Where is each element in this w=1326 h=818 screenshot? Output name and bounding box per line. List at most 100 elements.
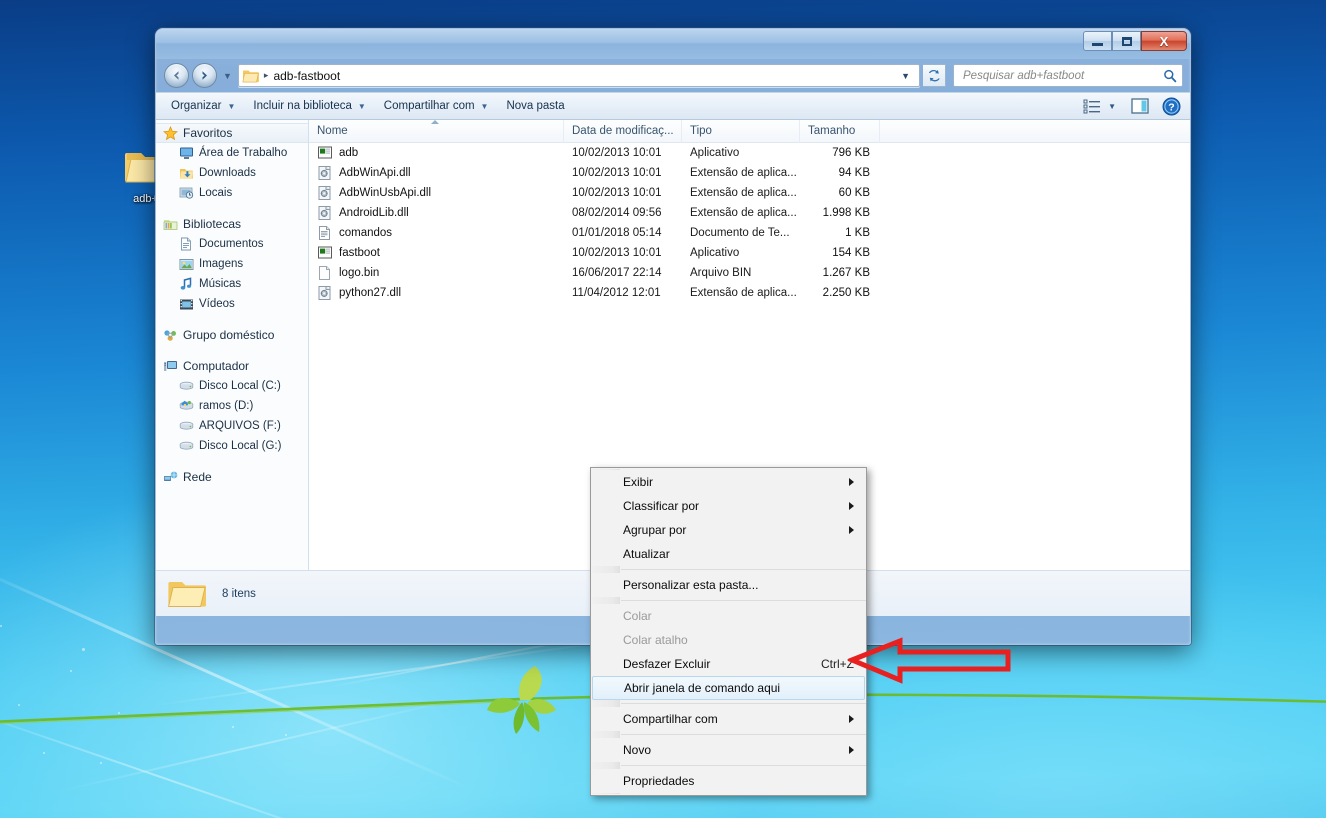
dll-icon [317, 165, 333, 181]
table-row[interactable]: comandos 01/01/2018 05:14 Documento de Te.… [309, 223, 1190, 243]
sidebar-item-downloads[interactable]: Downloads [156, 163, 308, 183]
context-menu-item[interactable]: Atualizar [591, 542, 866, 566]
context-menu-item[interactable]: Desfazer Excluir Ctrl+Z [591, 652, 866, 676]
back-button[interactable] [164, 63, 189, 88]
sidebar-item-disco-local-c[interactable]: Disco Local (C:) [156, 376, 308, 396]
sidebar-item-locais[interactable]: Locais [156, 183, 308, 203]
column-header-data[interactable]: Data de modificaç... [564, 119, 682, 143]
context-menu-item[interactable]: Compartilhar com [591, 707, 866, 731]
file-name-cell: fastboot [309, 245, 564, 261]
file-type-cell: Arquivo BIN [690, 267, 752, 279]
sidebar-item-imagens[interactable]: Imagens [156, 254, 308, 274]
file-name-label: AdbWinUsbApi.dll [339, 187, 432, 199]
list-view-icon[interactable] [1083, 98, 1101, 114]
file-name-label: fastboot [339, 247, 380, 259]
context-menu-item[interactable]: Abrir janela de comando aqui [592, 676, 865, 700]
drive-icon [178, 378, 194, 394]
address-bar[interactable]: ▸ adb-fastboot ▼ [237, 64, 920, 87]
file-size-cell: 60 KB [838, 187, 870, 199]
search-box[interactable]: Pesquisar adb+fastboot [953, 64, 1183, 87]
forward-button[interactable] [192, 63, 217, 88]
sidebar-label: Vídeos [199, 298, 235, 310]
file-date-cell: 10/02/2013 10:01 [572, 167, 662, 179]
downloads-icon [178, 165, 194, 181]
sidebar-item-disco-local-g[interactable]: Disco Local (G:) [156, 436, 308, 456]
table-row[interactable]: AdbWinApi.dll 10/02/2013 10:01 Extensão de… [309, 163, 1190, 183]
toolbar-organizar[interactable]: Organizar ▼ [162, 95, 244, 117]
minimize-button[interactable] [1083, 31, 1112, 51]
preview-pane-icon[interactable] [1130, 97, 1150, 115]
file-type-cell: Documento de Te... [690, 227, 790, 239]
sidebar-item-videos[interactable]: Vídeos [156, 294, 308, 314]
refresh-button[interactable] [923, 64, 946, 87]
file-date-cell: 11/04/2012 12:01 [572, 287, 661, 299]
table-row[interactable]: AndroidLib.dll 08/02/2014 09:56 Extensão d… [309, 203, 1190, 223]
sidebar-item-rede[interactable]: Rede [156, 467, 308, 487]
chevron-down-icon: ▼ [357, 101, 366, 111]
application-icon [318, 246, 332, 259]
folder-icon [168, 581, 206, 607]
sidebar-item-computador[interactable]: Computador [156, 356, 308, 376]
sidebar-label: Disco Local (G:) [199, 440, 282, 452]
table-row[interactable]: AdbWinUsbApi.dll 10/02/2013 10:01 Extensão… [309, 183, 1190, 203]
library-icon [162, 216, 178, 232]
column-header-tipo[interactable]: Tipo [682, 119, 800, 143]
view-chevron-down-icon[interactable]: ▼ [1104, 102, 1120, 111]
context-menu-item-label: Exibir [623, 475, 654, 489]
close-button[interactable]: X [1141, 31, 1187, 51]
sidebar-item-grupo-domestico[interactable]: Grupo doméstico [156, 325, 308, 345]
search-input[interactable]: Pesquisar adb+fastboot [963, 70, 1163, 82]
context-menu-item[interactable]: Classificar por [591, 494, 866, 518]
file-name-label: comandos [339, 227, 393, 239]
history-dropdown-button[interactable]: ▼ [220, 71, 235, 81]
address-folder-icon [242, 68, 259, 83]
help-icon[interactable]: ? [1162, 97, 1181, 116]
sidebar-item-documentos[interactable]: Documentos [156, 234, 308, 254]
context-menu-item[interactable]: Novo [591, 738, 866, 762]
context-menu-separator [621, 703, 866, 704]
table-row[interactable]: fastboot 10/02/2013 10:01 Aplicativo 154 KB [309, 243, 1190, 263]
context-menu-item[interactable]: Agrupar por [591, 518, 866, 542]
file-date-cell: 16/06/2017 22:14 [572, 267, 662, 279]
sidebar-item-musicas[interactable]: Músicas [156, 274, 308, 294]
file-date-cell: 01/01/2018 05:14 [572, 227, 662, 239]
file-size-cell: 1.998 KB [822, 207, 870, 219]
context-menu-separator [621, 734, 866, 735]
table-row[interactable]: adb 10/02/2013 10:01 Aplicativo 796 KB [309, 143, 1190, 163]
pictures-icon [178, 256, 194, 272]
sidebar-label: Bibliotecas [183, 217, 242, 231]
file-name-label: logo.bin [339, 267, 380, 279]
context-menu-item[interactable]: Propriedades [591, 769, 866, 793]
sidebar-item-bibliotecas[interactable]: Bibliotecas [156, 214, 308, 234]
toolbar-incluir-na-biblioteca[interactable]: Incluir na biblioteca ▼ [244, 95, 374, 117]
context-menu-item[interactable]: Personalizar esta pasta... [591, 573, 866, 597]
sidebar-item-arquivos-f[interactable]: ARQUIVOS (F:) [156, 416, 308, 436]
window-controls: X [1083, 31, 1187, 51]
file-type-cell: Extensão de aplica... [690, 207, 797, 219]
address-dropdown-button[interactable]: ▼ [894, 71, 917, 81]
dll-icon [318, 186, 331, 200]
context-menu: Exibir Classificar por Agrupar por Atualiza… [590, 467, 867, 796]
submenu-arrow-icon [849, 715, 854, 723]
dll-icon [318, 166, 331, 180]
sidebar-label: Área de Trabalho [199, 147, 288, 159]
context-menu-item[interactable]: Exibir [591, 470, 866, 494]
sidebar-item-ramos-d[interactable]: ramos (D:) [156, 396, 308, 416]
sidebar-item-favoritos[interactable]: Favoritos [156, 123, 308, 143]
forward-arrow-icon [202, 71, 207, 80]
table-row[interactable]: python27.dll 11/04/2012 12:01 Extensão de … [309, 283, 1190, 303]
toolbar-organizar-label: Organizar [171, 100, 222, 112]
table-row[interactable]: logo.bin 16/06/2017 22:14 Arquivo BIN 1.267… [309, 263, 1190, 283]
documents-icon [178, 236, 194, 252]
breadcrumb-current[interactable]: adb-fastboot [273, 69, 340, 83]
title-bar[interactable]: X [156, 29, 1190, 59]
maximize-button[interactable] [1112, 31, 1141, 51]
sidebar-item-area-de-trabalho[interactable]: Área de Trabalho [156, 143, 308, 163]
toolbar-compartilhar-com[interactable]: Compartilhar com ▼ [375, 95, 498, 117]
toolbar-nova-pasta[interactable]: Nova pasta [497, 95, 573, 117]
sidebar-label: ramos (D:) [199, 400, 254, 412]
file-date-cell: 08/02/2014 09:56 [572, 207, 662, 219]
context-menu-item-label: Abrir janela de comando aqui [624, 681, 781, 695]
context-menu-item-label: Classificar por [623, 499, 700, 513]
column-header-tamanho[interactable]: Tamanho [800, 119, 880, 143]
